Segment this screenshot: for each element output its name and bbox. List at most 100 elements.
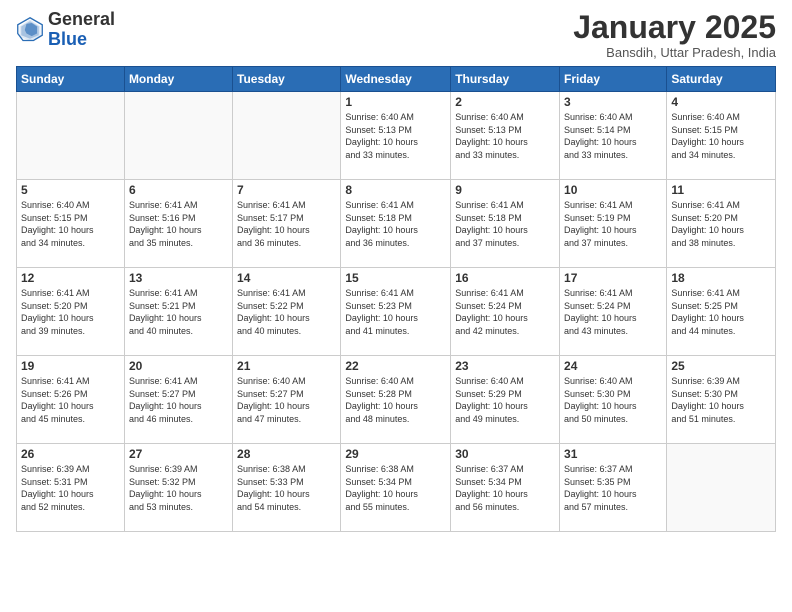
weekday-header: Saturday xyxy=(667,67,776,92)
calendar-cell: 27Sunrise: 6:39 AM Sunset: 5:32 PM Dayli… xyxy=(124,444,232,532)
calendar-body: 1 Sunrise: 6:40 AM Sunset: 5:13 PM Daylig… xyxy=(17,92,776,532)
day-number: 18 xyxy=(671,271,771,285)
day-number: 21 xyxy=(237,359,336,373)
day-info: Sunrise: 6:41 AM Sunset: 5:17 PM Dayligh… xyxy=(237,199,336,249)
calendar-cell: 8 Sunrise: 6:41 AM Sunset: 5:18 PM Daylig… xyxy=(341,180,451,268)
calendar-cell: 26Sunrise: 6:39 AM Sunset: 5:31 PM Dayli… xyxy=(17,444,125,532)
day-info: Sunrise: 6:38 AM Sunset: 5:34 PM Dayligh… xyxy=(345,463,446,513)
day-info: Sunrise: 6:40 AM Sunset: 5:30 PM Dayligh… xyxy=(564,375,662,425)
day-info: Sunrise: 6:41 AM Sunset: 5:26 PM Dayligh… xyxy=(21,375,120,425)
day-number: 3 xyxy=(564,95,662,109)
weekday-header: Thursday xyxy=(451,67,560,92)
day-info: Sunrise: 6:41 AM Sunset: 5:22 PM Dayligh… xyxy=(237,287,336,337)
day-info: Sunrise: 6:37 AM Sunset: 5:34 PM Dayligh… xyxy=(455,463,555,513)
header: General Blue January 2025 Bansdih, Uttar… xyxy=(16,10,776,60)
day-info: Sunrise: 6:40 AM Sunset: 5:13 PM Dayligh… xyxy=(455,111,555,161)
day-number: 1 xyxy=(345,95,446,109)
calendar-cell: 30 Sunrise: 6:37 AM Sunset: 5:34 PM Dayli… xyxy=(451,444,560,532)
calendar-week-row: 1 Sunrise: 6:40 AM Sunset: 5:13 PM Daylig… xyxy=(17,92,776,180)
day-info: Sunrise: 6:40 AM Sunset: 5:28 PM Dayligh… xyxy=(345,375,446,425)
logo-icon xyxy=(16,16,44,44)
calendar-cell: 4 Sunrise: 6:40 AM Sunset: 5:15 PM Daylig… xyxy=(667,92,776,180)
calendar-cell: 3 Sunrise: 6:40 AM Sunset: 5:14 PM Daylig… xyxy=(560,92,667,180)
calendar-cell: 29 Sunrise: 6:38 AM Sunset: 5:34 PM Dayli… xyxy=(341,444,451,532)
calendar-week-row: 26Sunrise: 6:39 AM Sunset: 5:31 PM Dayli… xyxy=(17,444,776,532)
calendar-cell: 17 Sunrise: 6:41 AM Sunset: 5:24 PM Dayli… xyxy=(560,268,667,356)
logo-blue: Blue xyxy=(48,29,87,49)
day-info: Sunrise: 6:40 AM Sunset: 5:14 PM Dayligh… xyxy=(564,111,662,161)
calendar-cell: 1 Sunrise: 6:40 AM Sunset: 5:13 PM Daylig… xyxy=(341,92,451,180)
day-number: 16 xyxy=(455,271,555,285)
day-number: 8 xyxy=(345,183,446,197)
day-info: Sunrise: 6:37 AM Sunset: 5:35 PM Dayligh… xyxy=(564,463,662,513)
weekday-header: Sunday xyxy=(17,67,125,92)
calendar-week-row: 19 Sunrise: 6:41 AM Sunset: 5:26 PM Dayli… xyxy=(17,356,776,444)
calendar-week-row: 12 Sunrise: 6:41 AM Sunset: 5:20 PM Dayli… xyxy=(17,268,776,356)
day-info: Sunrise: 6:41 AM Sunset: 5:24 PM Dayligh… xyxy=(564,287,662,337)
day-number: 6 xyxy=(129,183,228,197)
calendar-cell: 6Sunrise: 6:41 AM Sunset: 5:16 PM Daylig… xyxy=(124,180,232,268)
day-number: 10 xyxy=(564,183,662,197)
calendar: SundayMondayTuesdayWednesdayThursdayFrid… xyxy=(16,66,776,532)
day-number: 26 xyxy=(21,447,120,461)
calendar-cell: 9Sunrise: 6:41 AM Sunset: 5:18 PM Daylig… xyxy=(451,180,560,268)
day-number: 5 xyxy=(21,183,120,197)
page: General Blue January 2025 Bansdih, Uttar… xyxy=(0,0,792,612)
day-info: Sunrise: 6:41 AM Sunset: 5:21 PM Dayligh… xyxy=(129,287,228,337)
weekday-row: SundayMondayTuesdayWednesdayThursdayFrid… xyxy=(17,67,776,92)
title-area: January 2025 Bansdih, Uttar Pradesh, Ind… xyxy=(573,10,776,60)
calendar-cell: 20Sunrise: 6:41 AM Sunset: 5:27 PM Dayli… xyxy=(124,356,232,444)
calendar-cell xyxy=(124,92,232,180)
calendar-cell: 10 Sunrise: 6:41 AM Sunset: 5:19 PM Dayli… xyxy=(560,180,667,268)
weekday-header: Wednesday xyxy=(341,67,451,92)
day-number: 4 xyxy=(671,95,771,109)
day-number: 27 xyxy=(129,447,228,461)
day-number: 22 xyxy=(345,359,446,373)
day-number: 29 xyxy=(345,447,446,461)
day-info: Sunrise: 6:41 AM Sunset: 5:20 PM Dayligh… xyxy=(671,199,771,249)
calendar-cell: 5 Sunrise: 6:40 AM Sunset: 5:15 PM Daylig… xyxy=(17,180,125,268)
day-number: 12 xyxy=(21,271,120,285)
calendar-header: SundayMondayTuesdayWednesdayThursdayFrid… xyxy=(17,67,776,92)
day-info: Sunrise: 6:39 AM Sunset: 5:30 PM Dayligh… xyxy=(671,375,771,425)
day-info: Sunrise: 6:40 AM Sunset: 5:13 PM Dayligh… xyxy=(345,111,446,161)
day-number: 15 xyxy=(345,271,446,285)
calendar-cell: 23Sunrise: 6:40 AM Sunset: 5:29 PM Dayli… xyxy=(451,356,560,444)
calendar-cell xyxy=(667,444,776,532)
day-info: Sunrise: 6:41 AM Sunset: 5:18 PM Dayligh… xyxy=(345,199,446,249)
calendar-cell: 24 Sunrise: 6:40 AM Sunset: 5:30 PM Dayli… xyxy=(560,356,667,444)
day-info: Sunrise: 6:40 AM Sunset: 5:15 PM Dayligh… xyxy=(671,111,771,161)
calendar-cell: 18 Sunrise: 6:41 AM Sunset: 5:25 PM Dayli… xyxy=(667,268,776,356)
day-number: 13 xyxy=(129,271,228,285)
calendar-cell xyxy=(17,92,125,180)
weekday-header: Tuesday xyxy=(233,67,341,92)
logo-text: General Blue xyxy=(48,10,115,50)
day-info: Sunrise: 6:40 AM Sunset: 5:27 PM Dayligh… xyxy=(237,375,336,425)
day-number: 7 xyxy=(237,183,336,197)
day-number: 31 xyxy=(564,447,662,461)
day-info: Sunrise: 6:41 AM Sunset: 5:20 PM Dayligh… xyxy=(21,287,120,337)
calendar-cell: 21 Sunrise: 6:40 AM Sunset: 5:27 PM Dayli… xyxy=(233,356,341,444)
calendar-cell: 22 Sunrise: 6:40 AM Sunset: 5:28 PM Dayli… xyxy=(341,356,451,444)
day-info: Sunrise: 6:41 AM Sunset: 5:23 PM Dayligh… xyxy=(345,287,446,337)
day-number: 9 xyxy=(455,183,555,197)
day-number: 19 xyxy=(21,359,120,373)
day-number: 20 xyxy=(129,359,228,373)
day-number: 24 xyxy=(564,359,662,373)
logo: General Blue xyxy=(16,10,115,50)
calendar-cell: 7 Sunrise: 6:41 AM Sunset: 5:17 PM Daylig… xyxy=(233,180,341,268)
day-number: 17 xyxy=(564,271,662,285)
day-number: 23 xyxy=(455,359,555,373)
calendar-cell: 31 Sunrise: 6:37 AM Sunset: 5:35 PM Dayli… xyxy=(560,444,667,532)
location: Bansdih, Uttar Pradesh, India xyxy=(573,45,776,60)
calendar-cell: 12 Sunrise: 6:41 AM Sunset: 5:20 PM Dayli… xyxy=(17,268,125,356)
day-number: 30 xyxy=(455,447,555,461)
day-number: 28 xyxy=(237,447,336,461)
day-info: Sunrise: 6:41 AM Sunset: 5:19 PM Dayligh… xyxy=(564,199,662,249)
day-info: Sunrise: 6:41 AM Sunset: 5:25 PM Dayligh… xyxy=(671,287,771,337)
calendar-cell: 11Sunrise: 6:41 AM Sunset: 5:20 PM Dayli… xyxy=(667,180,776,268)
day-info: Sunrise: 6:40 AM Sunset: 5:15 PM Dayligh… xyxy=(21,199,120,249)
calendar-week-row: 5 Sunrise: 6:40 AM Sunset: 5:15 PM Daylig… xyxy=(17,180,776,268)
logo-general: General xyxy=(48,9,115,29)
day-number: 2 xyxy=(455,95,555,109)
